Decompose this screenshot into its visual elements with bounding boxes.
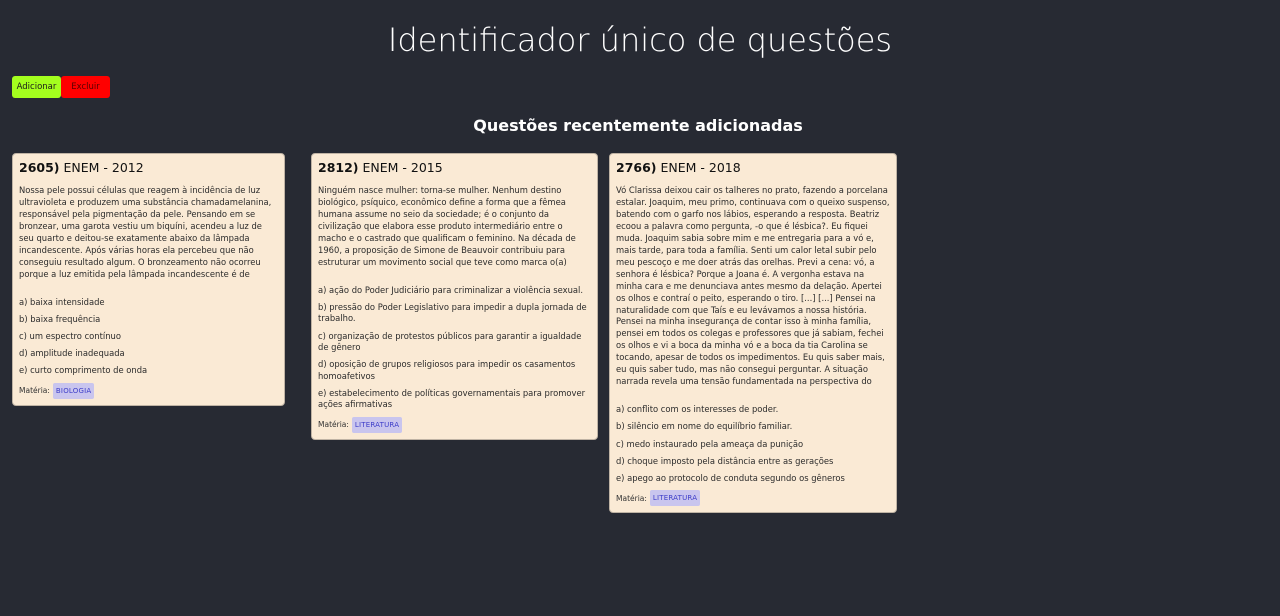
question-exam: ENEM - 2012 xyxy=(59,160,144,175)
option-e: e) estabelecimento de políticas governam… xyxy=(318,387,586,410)
subject-label: Matéria: xyxy=(318,420,349,430)
question-card: 2812) ENEM - 2015 Ninguém nasce mulher: … xyxy=(311,153,598,440)
question-header: 2766) ENEM - 2018 xyxy=(616,160,741,175)
question-options: a) ação do Poder Judiciário para crimina… xyxy=(318,285,591,411)
question-statement: Nossa pele possui células que reagem à i… xyxy=(19,185,272,279)
question-options: a) baixa intensidade b) baixa frequência… xyxy=(19,297,278,377)
question-exam: ENEM - 2015 xyxy=(358,160,443,175)
option-d: d) oposição de grupos religiosos para im… xyxy=(318,359,576,381)
option-c: c) medo instaurado pela ameaça da puniçã… xyxy=(616,438,804,449)
question-header: 2605) ENEM - 2012 xyxy=(19,160,144,175)
question-exam: ENEM - 2018 xyxy=(656,160,741,175)
add-button[interactable]: Adicionar xyxy=(12,76,61,98)
option-b: b) pressão do Poder Legislativo para imp… xyxy=(318,301,587,324)
subject-row: Matéria: LITERATURA xyxy=(318,416,591,433)
subject-tag[interactable]: BIOLOGIA xyxy=(52,382,95,399)
toolbar: Adicionar Excluir xyxy=(12,76,110,98)
option-e: e) curto comprimento de onda xyxy=(19,365,148,376)
question-card: 2766) ENEM - 2018 Vó Clarissa deixou cai… xyxy=(609,153,897,514)
question-statement: Vó Clarissa deixou cair os talheres no p… xyxy=(616,185,890,387)
option-e: e) apego ao protocolo de conduta segundo… xyxy=(616,472,845,483)
question-card: 2605) ENEM - 2012 Nossa pele possui célu… xyxy=(12,153,285,406)
subject-tag[interactable]: LITERATURA xyxy=(351,416,403,433)
option-a: a) ação do Poder Judiciário para crimina… xyxy=(318,284,584,295)
subject-row: Matéria: LITERATURA xyxy=(616,490,890,507)
question-id: 2766 xyxy=(616,160,651,175)
question-options: a) conflito com os interesses de poder. … xyxy=(616,404,890,484)
question-id: 2605 xyxy=(19,160,54,175)
option-b: b) baixa frequência xyxy=(19,313,101,324)
option-b: b) silêncio em nome do equilíbrio famili… xyxy=(616,421,793,432)
option-c: c) organização de protestos públicos par… xyxy=(318,330,582,353)
question-id: 2812 xyxy=(318,160,353,175)
subject-label: Matéria: xyxy=(19,386,50,396)
app-root: Identificador único de questões Adiciona… xyxy=(0,0,1280,616)
delete-button[interactable]: Excluir xyxy=(61,76,110,98)
option-d: d) amplitude inadequada xyxy=(19,348,125,359)
subject-tag[interactable]: LITERATURA xyxy=(649,490,701,507)
option-a: a) baixa intensidade xyxy=(19,296,105,307)
option-a: a) conflito com os interesses de poder. xyxy=(616,404,779,415)
recent-questions-heading: Questões recentemente adicionadas xyxy=(473,116,803,135)
option-d: d) choque imposto pela distância entre a… xyxy=(616,455,834,466)
question-header: 2812) ENEM - 2015 xyxy=(318,160,443,175)
option-c: c) um espectro contínuo xyxy=(19,331,121,341)
subject-row: Matéria: BIOLOGIA xyxy=(19,382,278,399)
subject-label: Matéria: xyxy=(616,493,647,503)
question-statement: Ninguém nasce mulher: torna-se mulher. N… xyxy=(318,185,576,267)
page-title: Identificador único de questões xyxy=(387,21,893,59)
